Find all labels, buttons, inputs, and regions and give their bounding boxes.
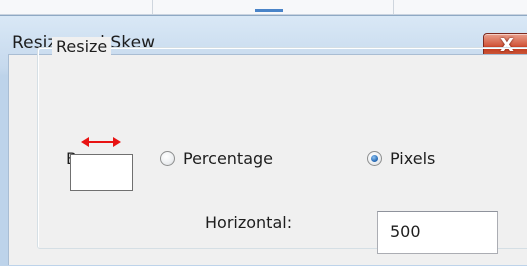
percentage-radio-label[interactable]: Percentage [183,149,273,168]
percentage-radio[interactable] [160,151,175,166]
horizontal-resize-preview [70,154,133,191]
background-accent-mark [255,9,283,12]
resize-group-title: Resize [52,37,112,56]
background-separator [152,0,153,14]
pixels-radio[interactable] [367,151,382,166]
horizontal-label: Horizontal: [205,213,293,232]
double-headed-arrow-icon [81,137,121,147]
horizontal-input[interactable]: 500 [377,211,498,254]
background-separator [393,0,394,14]
pixels-radio-label[interactable]: Pixels [390,149,435,168]
background-window-strip [0,0,527,15]
